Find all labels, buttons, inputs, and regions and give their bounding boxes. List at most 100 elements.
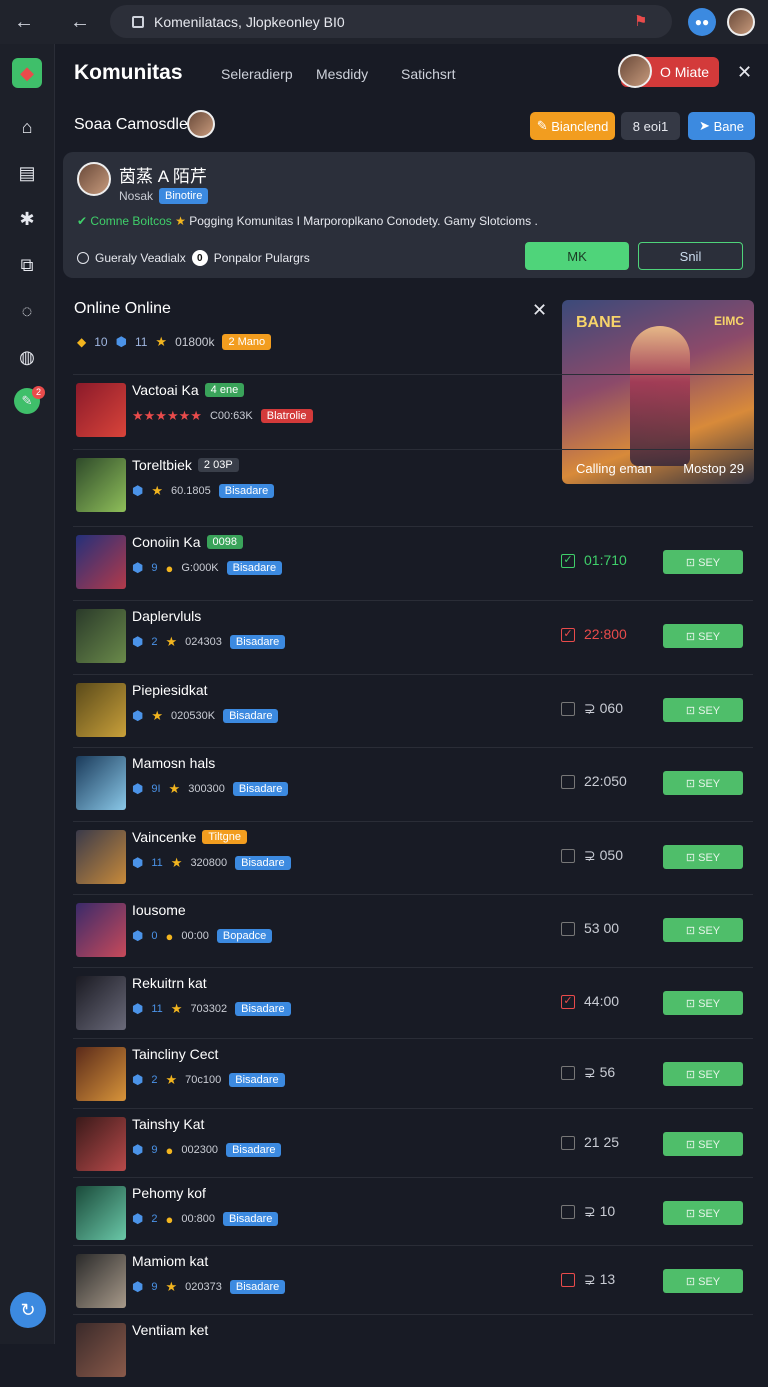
select-checkbox[interactable] xyxy=(561,1205,575,1219)
tab-seleradierp[interactable]: Seleradierp xyxy=(221,66,293,82)
list-item[interactable]: Conoiin Ka 0098 ⬢ 9 ● G:000K Bisadare ✓ 0… xyxy=(73,526,753,599)
close-icon[interactable]: ✕ xyxy=(737,62,752,83)
game-thumbnail[interactable] xyxy=(76,1323,126,1377)
refresh-fab[interactable]: ↻ xyxy=(10,1292,46,1328)
card-footer: Gueraly Veadialx 0 Ponpalor Pulargrs xyxy=(77,250,310,266)
list-item[interactable]: Taincliny Cect ⬢ 2 ★ 70c100 Bisadare ⊋ 56… xyxy=(73,1038,753,1111)
list-item[interactable]: Piepiesidkat ⬢ ★ 020530K Bisadare ⊋ 060 … xyxy=(73,674,753,747)
game-level: 2 xyxy=(151,1074,158,1086)
game-thumbnail[interactable] xyxy=(76,1254,126,1308)
game-thumbnail[interactable] xyxy=(76,609,126,663)
join-button[interactable]: ⊡ SEY xyxy=(663,624,743,648)
list-item[interactable]: Mamosn hals ⬢ 9I ★ 300300 Bisadare 22:050… xyxy=(73,747,753,820)
game-thumbnail[interactable] xyxy=(76,383,126,437)
extension-icon[interactable]: ⚑ xyxy=(634,12,652,30)
list-item[interactable]: Daplervluls ⬢ 2 ★ 024303 Bisadare ✓ 22:80… xyxy=(73,600,753,673)
game-name: Ventiiam ket xyxy=(132,1322,209,1338)
game-name: Mamiom kat xyxy=(132,1253,209,1269)
game-level: 2 xyxy=(151,1213,158,1225)
join-button[interactable]: ⊡ SEY xyxy=(663,550,743,574)
select-checkbox[interactable]: ✓ xyxy=(561,554,575,568)
app-logo-icon[interactable]: ◆ xyxy=(12,58,42,88)
layout-icon[interactable]: ▤ xyxy=(12,158,42,188)
shield-icon: ⬢ xyxy=(132,708,144,723)
select-checkbox[interactable]: ✓ xyxy=(561,628,575,642)
select-checkbox[interactable] xyxy=(561,1273,575,1287)
chart-icon[interactable]: ⧉ xyxy=(12,250,42,280)
game-thumbnail[interactable] xyxy=(76,1117,126,1171)
select-checkbox[interactable] xyxy=(561,775,575,789)
game-score: 020530K xyxy=(171,710,216,722)
list-item[interactable]: Iousome ⬢ 0 ● 00:00 Bopadce 53 00 ⊡ SEY xyxy=(73,894,753,967)
star-icon: ★ xyxy=(151,708,164,723)
join-button[interactable]: ⊡ SEY xyxy=(663,1269,743,1293)
game-thumbnail[interactable] xyxy=(76,458,126,512)
primary-action-button[interactable]: MK xyxy=(525,242,629,270)
timer-icon[interactable]: ◍ xyxy=(12,342,42,372)
user-avatar[interactable] xyxy=(618,54,652,88)
back-icon[interactable]: ← xyxy=(10,8,38,36)
profile-dots-icon[interactable]: ●● xyxy=(688,8,716,36)
game-thumbnail[interactable] xyxy=(76,535,126,589)
chat-icon[interactable]: ◌ xyxy=(12,296,42,326)
back-button[interactable]: ← xyxy=(66,8,94,36)
join-button[interactable]: ⊡ SEY xyxy=(663,845,743,869)
game-thumbnail[interactable] xyxy=(76,756,126,810)
game-thumbnail[interactable] xyxy=(76,903,126,957)
list-item[interactable]: Rekuitrn kat ⬢ 11 ★ 703302 Bisadare ✓ 44:… xyxy=(73,967,753,1040)
game-thumbnail[interactable] xyxy=(76,830,126,884)
star-icon: ★ xyxy=(165,634,178,649)
list-item[interactable]: Vactoai Ka 4 ene ★★★★★★ C00:63K Blatroli… xyxy=(73,374,753,447)
members-button[interactable]: 8 eoi1 xyxy=(621,112,680,140)
select-checkbox[interactable] xyxy=(561,922,575,936)
select-checkbox[interactable] xyxy=(561,702,575,716)
list-item[interactable]: Tainshy Kat ⬢ 9 ● 002300 Bisadare 21 25 ⊡… xyxy=(73,1108,753,1181)
game-time: 22:050 xyxy=(584,773,627,789)
game-thumbnail[interactable] xyxy=(76,1186,126,1240)
game-time: 53 00 xyxy=(584,920,620,936)
join-button[interactable]: ⊡ SEY xyxy=(663,771,743,795)
list-item[interactable]: Vaincenke Tiltgne ⬢ 11 ★ 320800 Bisadare … xyxy=(73,821,753,894)
gear-icon[interactable]: ✱ xyxy=(12,204,42,234)
game-status-badge: Bisadare xyxy=(229,1280,286,1294)
notification-badge: 2 xyxy=(32,386,45,399)
game-thumbnail[interactable] xyxy=(76,683,126,737)
home-icon[interactable]: ⌂ xyxy=(12,112,42,142)
select-checkbox[interactable]: ✓ xyxy=(561,995,575,1009)
game-meta: ⬢ 11 ★ 320800 Bisadare xyxy=(132,855,291,871)
game-thumbnail[interactable] xyxy=(76,1047,126,1101)
address-bar[interactable]: Komenilatacs, Jlopkeonley BI0 ⚑ xyxy=(110,5,672,38)
select-checkbox[interactable] xyxy=(561,1066,575,1080)
game-level: 0 xyxy=(151,930,158,942)
star-icon: ● xyxy=(165,560,174,576)
list-item[interactable]: Mamiom kat ⬢ 9 ★ 020373 Bisadare ⊋ 13 ⊡ S… xyxy=(73,1245,753,1318)
game-level: 2 xyxy=(151,636,158,648)
close-online-icon[interactable]: ✕ xyxy=(532,300,547,321)
tab-satichsrt[interactable]: Satichsrt xyxy=(401,66,455,82)
game-time: ⊋ 13 xyxy=(584,1271,616,1287)
star-icon: ★ xyxy=(155,334,168,349)
join-button[interactable]: ⊡ SEY xyxy=(663,1062,743,1086)
share-button[interactable]: ➤ Bane xyxy=(688,112,755,140)
shield-icon: ⬢ xyxy=(115,334,127,349)
secondary-action-button[interactable]: Snil xyxy=(638,242,743,270)
join-button[interactable]: ⊡ SEY xyxy=(663,918,743,942)
tab-mesdidy[interactable]: Mesdidy xyxy=(316,66,368,82)
join-button[interactable]: ⊡ SEY xyxy=(663,1201,743,1225)
game-time: ⊋ 050 xyxy=(584,847,623,863)
join-button[interactable]: ⊡ SEY xyxy=(663,698,743,722)
list-item[interactable]: Pehomy kof ⬢ 2 ● 00:800 Bisadare ⊋ 10 ⊡ S… xyxy=(73,1177,753,1250)
list-item[interactable]: Toreltbiek 2 03P ⬢ ★ 60.1805 Bisadare xyxy=(73,449,753,522)
bianclend-button[interactable]: ✎ Bianclend xyxy=(530,112,615,140)
select-checkbox[interactable] xyxy=(561,1136,575,1150)
join-button[interactable]: ⊡ SEY xyxy=(663,991,743,1015)
game-status-badge: Bisadare xyxy=(223,1212,279,1226)
card-subtitle: Nosak Binotire xyxy=(119,188,209,204)
join-button[interactable]: ⊡ SEY xyxy=(663,1132,743,1156)
select-checkbox[interactable] xyxy=(561,849,575,863)
shield-icon: ⬢ xyxy=(132,928,144,943)
game-thumbnail[interactable] xyxy=(76,976,126,1030)
list-item[interactable]: Ventiiam ket xyxy=(73,1314,753,1387)
game-tag: 0098 xyxy=(206,535,243,549)
browser-avatar[interactable] xyxy=(727,8,755,36)
